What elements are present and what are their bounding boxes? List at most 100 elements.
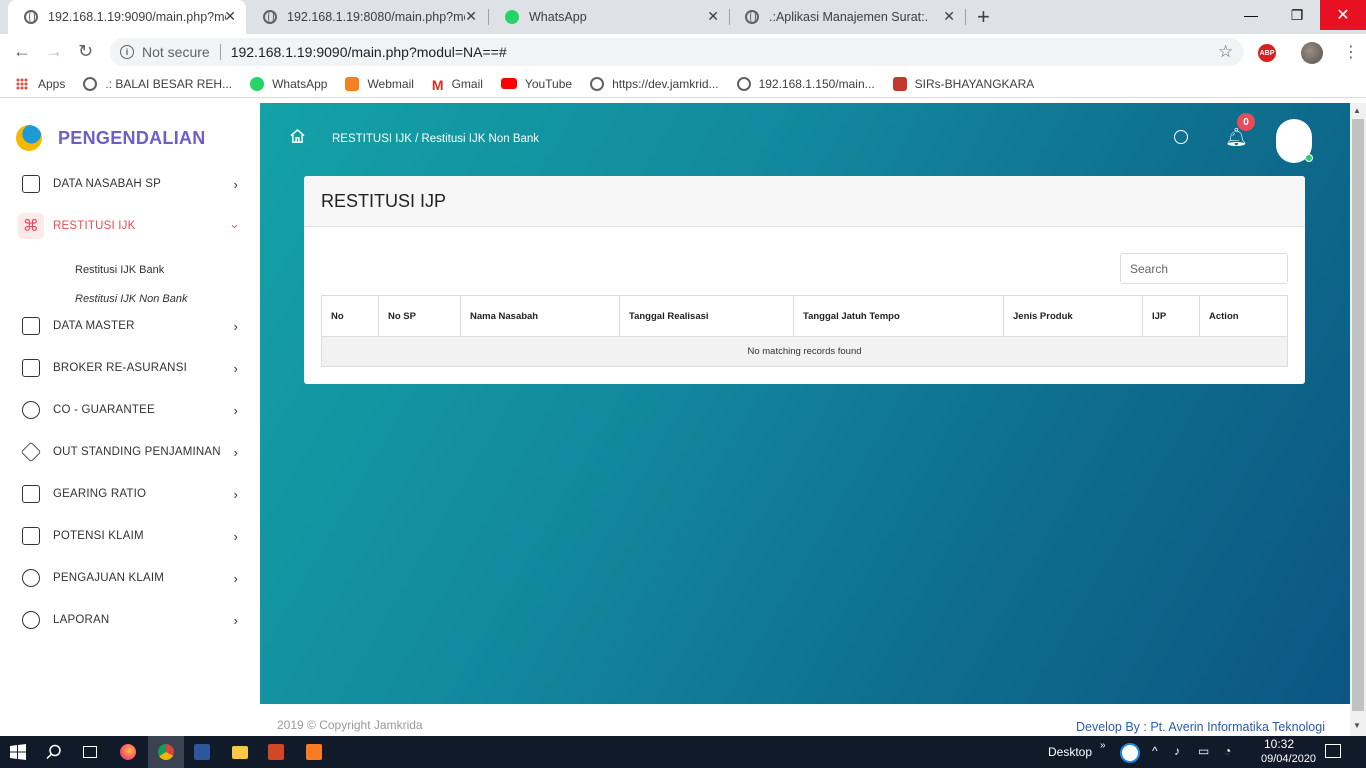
- browser-tab[interactable]: WhatsApp ✕: [489, 0, 729, 34]
- column-header[interactable]: Action: [1199, 295, 1288, 337]
- browser-tab[interactable]: 192.168.1.19:9090/main.php?modul=NA==# ✕: [8, 0, 246, 34]
- sidebar-item-restitusi-ijk[interactable]: ⌘ RESTITUSI IJK ›: [0, 208, 260, 244]
- notifications-icon[interactable]: [1325, 744, 1341, 758]
- chevron-right-icon: ›: [233, 318, 238, 334]
- breadcrumb: RESTITUSI IJK / Restitusi IJK Non Bank: [332, 133, 540, 145]
- profile-avatar[interactable]: [1301, 42, 1323, 64]
- bookmark-apps[interactable]: Apps: [0, 77, 65, 91]
- star-icon[interactable]: ☆: [1218, 42, 1233, 62]
- new-tab-button[interactable]: +: [977, 4, 990, 30]
- bookmark-item[interactable]: 192.168.1.150/main...: [736, 76, 875, 91]
- clock-time[interactable]: 10:32: [1264, 737, 1294, 751]
- close-icon[interactable]: ✕: [707, 8, 719, 25]
- box-icon: [22, 485, 40, 503]
- chevron-double-right-icon[interactable]: »: [1100, 740, 1106, 751]
- command-icon: ⌘: [18, 213, 44, 239]
- address-bar[interactable]: i Not secure 192.168.1.19:9090/main.php?…: [110, 38, 1244, 66]
- sidebar-item-gearing-ratio[interactable]: GEARING RATIO ›: [0, 476, 260, 512]
- sidebar-item-co-guarantee[interactable]: CO - GUARANTEE ›: [0, 392, 260, 428]
- scrollbar-thumb[interactable]: [1352, 119, 1364, 711]
- column-header[interactable]: Jenis Produk: [1003, 295, 1143, 337]
- bookmark-item[interactable]: SIRs-BHAYANGKARA: [892, 76, 1034, 91]
- column-header[interactable]: Tanggal Jatuh Tempo: [793, 295, 1004, 337]
- bookmark-item[interactable]: .: BALAI BESAR REH...: [83, 76, 232, 91]
- column-header[interactable]: No: [321, 295, 379, 337]
- globe-icon: [24, 10, 38, 24]
- chevron-right-icon: ›: [233, 486, 238, 502]
- scroll-down-arrow-icon[interactable]: ▼: [1353, 721, 1361, 730]
- column-header[interactable]: IJP: [1142, 295, 1200, 337]
- battery-icon[interactable]: ▭: [1198, 744, 1209, 758]
- page-scrollbar[interactable]: ▲ ▼: [1350, 103, 1366, 736]
- help-icon[interactable]: [1120, 743, 1140, 763]
- footer-developer: Develop By : Pt. Averin Informatika Tekn…: [1076, 720, 1325, 734]
- sidebar-subitem-restitusi-ijk-non-bank[interactable]: Restitusi IJK Non Bank: [75, 293, 188, 305]
- word-icon[interactable]: [184, 736, 220, 768]
- bookmark-item[interactable]: YouTube: [500, 77, 572, 91]
- column-header[interactable]: Nama Nasabah: [460, 295, 620, 337]
- powerpoint-icon[interactable]: [258, 736, 294, 768]
- sidebar-item-data-master[interactable]: DATA MASTER ›: [0, 308, 260, 344]
- search-input[interactable]: [1120, 253, 1288, 284]
- browser-tab[interactable]: .:Aplikasi Manajemen Surat:. ✕: [729, 0, 965, 34]
- info-icon[interactable]: i: [120, 45, 134, 59]
- desktop-toolbar-label[interactable]: Desktop: [1048, 745, 1092, 759]
- layout-icon: [22, 527, 40, 545]
- browser-tab[interactable]: 192.168.1.19:8080/main.php?modul= ✕: [247, 0, 487, 34]
- lock-icon: [22, 317, 40, 335]
- empty-message: No matching records found: [321, 336, 1288, 367]
- globe-icon: [83, 76, 98, 91]
- more-menu-icon[interactable]: ⋮: [1343, 42, 1359, 62]
- sidebar-subitem-restitusi-ijk-bank[interactable]: Restitusi IJK Bank: [75, 264, 164, 276]
- bookmark-item[interactable]: WhatsApp: [250, 76, 327, 91]
- close-icon[interactable]: ✕: [224, 8, 236, 25]
- url-text[interactable]: 192.168.1.19:9090/main.php?modul=NA==#: [231, 44, 507, 60]
- reload-icon[interactable]: ↻: [78, 41, 93, 62]
- search-icon[interactable]: [36, 736, 72, 768]
- windows-start-icon[interactable]: [0, 736, 36, 768]
- minimize-button[interactable]: —: [1228, 0, 1274, 30]
- droplet-icon: [22, 401, 40, 419]
- close-icon[interactable]: ✕: [943, 8, 955, 25]
- file-explorer-icon[interactable]: [222, 736, 258, 768]
- forward-arrow-icon[interactable]: →: [45, 41, 63, 62]
- column-header[interactable]: Tanggal Realisasi: [619, 295, 794, 337]
- sidebar-item-data-nasabah-sp[interactable]: DATA NASABAH SP ›: [0, 166, 260, 202]
- bookmark-item[interactable]: M Gmail: [431, 76, 483, 93]
- clock-date[interactable]: 09/04/2020: [1261, 753, 1316, 765]
- adblock-icon[interactable]: ABP: [1258, 44, 1276, 62]
- data-table: No No SP Nama Nasabah Tanggal Realisasi …: [321, 295, 1288, 367]
- sidebar-item-out-standing-penjaminan[interactable]: OUT STANDING PENJAMINAN ›: [0, 434, 260, 470]
- brand[interactable]: PENGENDALIAN: [16, 125, 206, 151]
- sidebar-item-laporan[interactable]: LAPORAN ›: [0, 602, 260, 638]
- chrome-icon[interactable]: [148, 736, 184, 768]
- home-icon[interactable]: [290, 129, 305, 143]
- back-arrow-icon[interactable]: ←: [13, 41, 31, 62]
- sirs-icon: [892, 76, 907, 91]
- scroll-up-arrow-icon[interactable]: ▲: [1353, 106, 1361, 115]
- tab-title: 192.168.1.19:9090/main.php?modul=NA==#: [48, 10, 226, 24]
- sidebar-item-potensi-klaim[interactable]: POTENSI KLAIM ›: [0, 518, 260, 554]
- sidebar: PENGENDALIAN DATA NASABAH SP › ⌘ RESTITU…: [0, 103, 260, 736]
- apps-grid-icon: [16, 77, 28, 90]
- globe-icon: [745, 10, 759, 24]
- volume-icon[interactable]: ♪: [1174, 744, 1180, 758]
- card-title: RESTITUSI IJP: [304, 176, 1305, 227]
- task-view-icon[interactable]: [72, 736, 108, 768]
- close-icon[interactable]: ✕: [465, 8, 477, 25]
- xampp-icon[interactable]: [296, 736, 332, 768]
- firefox-icon[interactable]: [110, 736, 146, 768]
- chevron-up-icon[interactable]: ^: [1152, 744, 1158, 758]
- wifi-icon[interactable]: ◔: [1224, 744, 1231, 758]
- bookmark-item[interactable]: https://dev.jamkrid...: [590, 76, 719, 91]
- gmail-icon: M: [431, 76, 444, 93]
- globe-icon: [736, 76, 751, 91]
- restore-button[interactable]: ❐: [1274, 0, 1320, 30]
- column-header[interactable]: No SP: [378, 295, 461, 337]
- security-label[interactable]: Not secure: [142, 44, 210, 60]
- dashboard-icon[interactable]: [1174, 130, 1188, 144]
- window-close-button[interactable]: ✕: [1320, 0, 1366, 30]
- bookmark-item[interactable]: Webmail: [345, 76, 414, 91]
- sidebar-item-broker-re-asuransi[interactable]: BROKER RE-ASURANSI ›: [0, 350, 260, 386]
- sidebar-item-pengajuan-klaim[interactable]: PENGAJUAN KLAIM ›: [0, 560, 260, 596]
